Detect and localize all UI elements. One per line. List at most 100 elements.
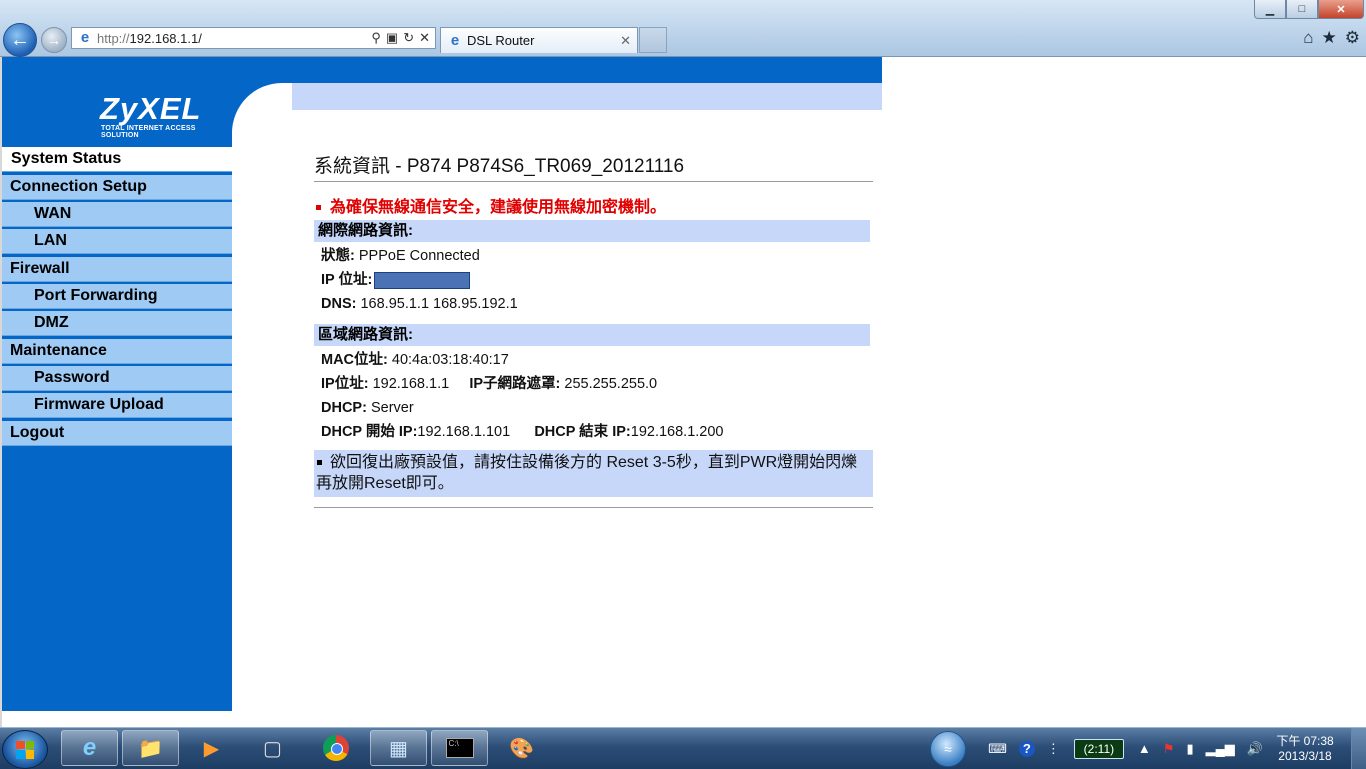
battery-indicator[interactable]: (2:11): [1073, 738, 1124, 759]
zyxel-logo: ZyXEL: [100, 91, 202, 126]
sidebar-item-wan[interactable]: WAN: [2, 202, 232, 227]
subnet-mask-value: 255.255.255.0: [564, 376, 658, 392]
security-warning: 為確保無線通信安全，建議使用無線加密機制。: [314, 193, 874, 217]
search-icon[interactable]: ⚲: [371, 30, 381, 46]
windows-logo-icon: [16, 740, 34, 759]
dhcp-start-value: 192.168.1.101: [417, 424, 511, 440]
new-tab-button[interactable]: [639, 27, 667, 53]
mac-value: 40:4a:03:18:40:17: [391, 352, 509, 368]
power-icon[interactable]: ▮: [1186, 741, 1193, 757]
taskbar-cmd[interactable]: C:\: [431, 730, 488, 766]
stop-icon[interactable]: ✕: [419, 30, 430, 46]
reset-notice-text: 欲回復出廠預設值，請按住設備後方的 Reset 3-5秒，直到PWR燈開始閃爍再…: [316, 454, 858, 492]
dns-label: DNS:: [321, 296, 357, 312]
arrow-right-icon: →: [47, 32, 61, 48]
browser-chrome: ▁ □ ✕ ← → e http://192.168.1.1/ ⚲ ▣ ↻ ✕ …: [0, 0, 1366, 57]
show-hidden-icons[interactable]: ▲: [1138, 741, 1151, 756]
wan-status-row: 狀態: PPPoE Connected: [314, 244, 874, 268]
chrome-icon: [322, 735, 349, 761]
sidebar-item-maintenance[interactable]: Maintenance: [2, 339, 232, 364]
keyboard-icon[interactable]: ⌨: [988, 741, 1007, 757]
taskbar-chrome[interactable]: [307, 730, 364, 766]
compatibility-icon[interactable]: ▣: [386, 30, 398, 46]
dhcp-end-label: DHCP 結束 IP:: [534, 424, 631, 440]
terminal-icon: C:\: [445, 738, 474, 758]
taskbar-app[interactable]: ▢: [244, 730, 301, 766]
wan-ip-redacted: [374, 271, 471, 289]
sidebar-item-password[interactable]: Password: [2, 366, 232, 391]
sidebar-item-firmware-upload[interactable]: Firmware Upload: [2, 393, 232, 418]
lan-ip-row: IP位址: 192.168.1.1 IP子網路遮罩: 255.255.255.0: [314, 372, 874, 396]
sidebar-item-logout[interactable]: Logout: [2, 421, 232, 446]
show-desktop-button[interactable]: [1351, 728, 1366, 769]
close-button[interactable]: ✕: [1318, 0, 1364, 19]
header-bar: [232, 57, 882, 83]
dhcp-range-row: DHCP 開始 IP:192.168.1.101 DHCP 結束 IP:192.…: [314, 420, 874, 444]
minimize-button[interactable]: ▁: [1254, 0, 1286, 19]
main-panel: 系統資訊 - P874 P874S6_TR069_20121116 為確保無線通…: [314, 147, 874, 508]
logo-area: ZyXEL TOTAL INTERNET ACCESS SOLUTION: [2, 57, 232, 145]
clock[interactable]: 下午 07:38 2013/3/18: [1269, 734, 1341, 764]
ie-page-icon: e: [80, 29, 90, 46]
sidebar: ZyXEL TOTAL INTERNET ACCESS SOLUTION Sys…: [2, 57, 232, 711]
address-url[interactable]: http://192.168.1.1/: [97, 31, 371, 46]
sidebar-menu: System Status Connection Setup WAN LAN Firew…: [2, 147, 232, 448]
dhcp-label: DHCP:: [321, 400, 367, 416]
ie-tab-icon: e: [450, 31, 460, 49]
mac-label: MAC位址:: [321, 352, 388, 368]
start-button[interactable]: [2, 730, 48, 769]
clock-time: 下午 07:38: [1276, 733, 1334, 748]
tab-close-icon[interactable]: ✕: [620, 33, 631, 49]
reset-notice: 欲回復出廠預設值，請按住設備後方的 Reset 3-5秒，直到PWR燈開始閃爍再…: [314, 450, 873, 497]
volume-icon[interactable]: 🔊: [1247, 741, 1263, 757]
taskbar-control-panel[interactable]: ▦: [370, 730, 427, 766]
clock-date: 2013/3/18: [1278, 748, 1332, 763]
dhcp-end-value: 192.168.1.200: [630, 424, 724, 440]
forward-button[interactable]: →: [41, 27, 67, 53]
tab-title: DSL Router: [467, 33, 535, 48]
taskbar-media-player[interactable]: ▶: [183, 730, 240, 766]
action-center-icon[interactable]: ⚑: [1163, 741, 1175, 757]
dns-row: DNS: 168.95.1.1 168.95.192.1: [314, 292, 874, 316]
signal-icon[interactable]: ▂▄▆: [1206, 741, 1235, 757]
back-button[interactable]: ←: [3, 23, 37, 57]
arrow-left-icon: ←: [10, 28, 30, 51]
lan-ip-label: IP位址:: [321, 376, 369, 392]
control-panel-icon: ▦: [389, 737, 408, 760]
sidebar-item-port-forwarding[interactable]: Port Forwarding: [2, 284, 232, 309]
sidebar-item-system-status[interactable]: System Status: [2, 147, 232, 172]
tab-dsl-router[interactable]: e DSL Router ✕: [440, 27, 638, 53]
wan-section-header: 網際網路資訊:: [314, 220, 870, 242]
ie-icon: e: [82, 734, 97, 761]
sidebar-item-dmz[interactable]: DMZ: [2, 311, 232, 336]
options-icon[interactable]: ⋮: [1047, 741, 1060, 757]
divider: [314, 507, 873, 508]
dns-value: 168.95.1.1 168.95.192.1: [360, 296, 518, 312]
laptop-icon: ▢: [263, 737, 282, 760]
sidebar-item-connection-setup[interactable]: Connection Setup: [2, 175, 232, 200]
sidebar-item-firewall[interactable]: Firewall: [2, 257, 232, 282]
header-band: [232, 83, 882, 110]
window-controls: ▁ □ ✕: [1254, 0, 1364, 19]
refresh-icon[interactable]: ↻: [403, 30, 414, 46]
taskbar-explorer[interactable]: 📁: [122, 730, 179, 766]
logo-tagline: TOTAL INTERNET ACCESS SOLUTION: [101, 125, 196, 139]
help-icon[interactable]: ?: [1018, 740, 1035, 757]
home-icon[interactable]: ⌂: [1303, 28, 1313, 48]
dhcp-start-label: DHCP 開始 IP:: [321, 424, 418, 440]
page-content: ZyXEL TOTAL INTERNET ACCESS SOLUTION Sys…: [0, 57, 1366, 727]
star-icon[interactable]: ★: [1322, 28, 1337, 48]
address-bar[interactable]: e http://192.168.1.1/ ⚲ ▣ ↻ ✕: [71, 27, 436, 49]
bullet-icon: [317, 460, 322, 466]
divider: [314, 181, 873, 182]
gear-icon[interactable]: ⚙: [1345, 28, 1360, 48]
sidebar-item-lan[interactable]: LAN: [2, 229, 232, 254]
taskbar-ie[interactable]: e: [61, 730, 118, 766]
subnet-mask-label: IP子網路遮罩:: [469, 376, 561, 392]
url-protocol: http://: [97, 30, 130, 46]
warning-text: 為確保無線通信安全，建議使用無線加密機制。: [330, 199, 667, 216]
network-service-icon[interactable]: ≈: [930, 731, 966, 767]
taskbar-paint[interactable]: 🎨: [493, 730, 550, 766]
mac-row: MAC位址: 40:4a:03:18:40:17: [314, 348, 874, 372]
maximize-button[interactable]: □: [1286, 0, 1318, 19]
